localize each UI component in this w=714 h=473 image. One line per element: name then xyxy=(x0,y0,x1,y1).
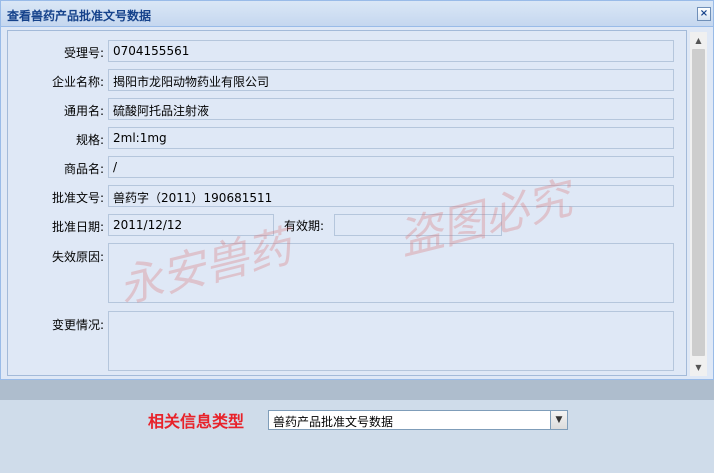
chevron-down-icon[interactable]: ▼ xyxy=(550,411,567,429)
common-name-field[interactable]: 硫酸阿托品注射液 xyxy=(108,98,674,120)
close-icon[interactable]: × xyxy=(697,7,711,21)
scrollbar-thumb[interactable] xyxy=(692,49,705,356)
dialog-titlebar: 查看兽药产品批准文号数据 × xyxy=(1,1,713,27)
related-info-type-select[interactable]: 兽药产品批准文号数据 ▼ xyxy=(268,410,568,430)
company-label: 企业名称: xyxy=(51,75,104,89)
invalid-reason-textarea[interactable] xyxy=(108,243,674,303)
change-textarea[interactable] xyxy=(108,311,674,371)
vertical-scrollbar[interactable]: ▲ ▼ xyxy=(690,32,707,376)
approval-no-field[interactable]: 兽药字（2011）190681511 xyxy=(108,185,674,207)
trade-name-field[interactable]: / xyxy=(108,156,674,178)
chevron-up-icon[interactable]: ▲ xyxy=(690,32,707,49)
chevron-down-icon[interactable]: ▼ xyxy=(690,359,707,376)
common-name-label: 通用名: xyxy=(63,104,104,118)
dialog-content: 受理号: 0704155561 企业名称: 揭阳市龙阳动物药业有限公司 通用名:… xyxy=(7,30,687,376)
company-field[interactable]: 揭阳市龙阳动物药业有限公司 xyxy=(108,69,674,91)
spec-label: 规格: xyxy=(75,133,104,147)
change-label: 变更情况: xyxy=(51,318,104,332)
spec-field[interactable]: 2ml:1mg xyxy=(108,127,674,149)
dialog-window: 查看兽药产品批准文号数据 × 受理号: 0704155561 企业名称: 揭阳市… xyxy=(0,0,714,380)
divider-strip xyxy=(0,380,714,400)
dialog-title: 查看兽药产品批准文号数据 xyxy=(7,9,152,23)
validity-field[interactable] xyxy=(334,214,502,236)
invalid-reason-label: 失效原因: xyxy=(51,250,104,264)
validity-label: 有效期: xyxy=(283,219,324,233)
trade-name-label: 商品名: xyxy=(63,162,104,176)
related-info-type-label: 相关信息类型 xyxy=(148,412,245,431)
approval-date-label: 批准日期: xyxy=(51,220,104,234)
approval-no-label: 批准文号: xyxy=(51,191,104,205)
accept-no-field[interactable]: 0704155561 xyxy=(108,40,674,62)
select-value: 兽药产品批准文号数据 xyxy=(273,415,394,429)
accept-no-label: 受理号: xyxy=(63,46,104,60)
